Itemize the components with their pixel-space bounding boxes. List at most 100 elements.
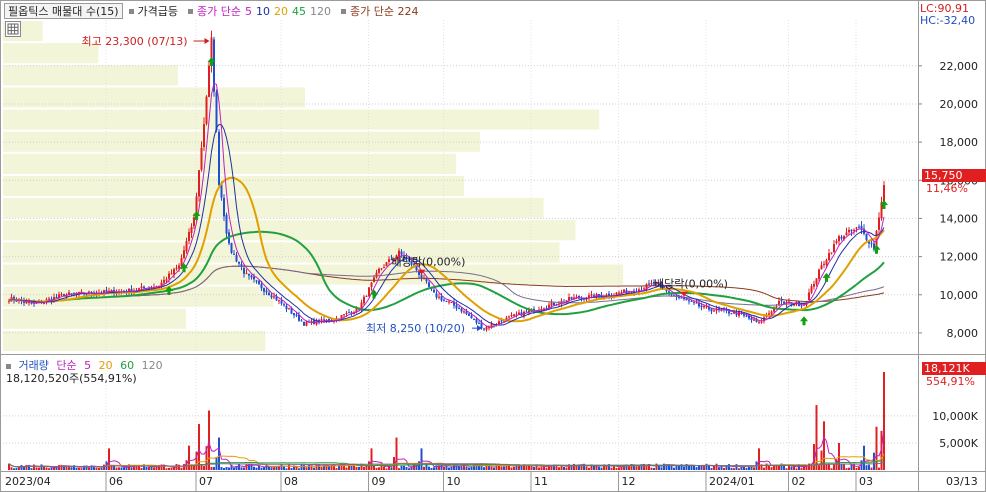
price-tick-label: 8,000 — [947, 327, 979, 340]
candle-body — [465, 311, 468, 315]
stock-chart[interactable]: 8,00010,00012,00014,00016,00018,00020,00… — [0, 0, 986, 492]
candle-body — [618, 292, 620, 294]
candle-body — [475, 319, 478, 323]
candle-body — [385, 262, 388, 267]
volume-bar — [423, 466, 425, 470]
volume-bar — [385, 468, 388, 470]
volume-profile-bar — [3, 65, 178, 86]
volume-bar — [540, 467, 543, 470]
volume-bar — [510, 467, 513, 470]
volume-bar — [695, 466, 698, 470]
volume-current: 18,120,520주(554,91%) — [6, 372, 137, 385]
candle-body — [833, 243, 835, 253]
candle-body — [215, 92, 218, 131]
grid-settings-icon[interactable] — [5, 21, 21, 37]
surge-marker-icon — [128, 8, 134, 14]
price-tick-label: 18,000 — [940, 136, 979, 149]
low-annotation: 최저 8,250 (10/20) — [366, 322, 465, 335]
volume-bar — [273, 467, 275, 470]
volume-bar — [345, 467, 348, 470]
volume-bar — [848, 467, 850, 470]
x-tick-label: 09 — [372, 475, 386, 488]
volume-bar — [258, 466, 260, 470]
candle-body — [590, 294, 593, 296]
volume-bar — [878, 467, 880, 470]
volume-bar — [148, 467, 150, 470]
volume-profile-bar — [3, 330, 266, 351]
volume-bar — [168, 467, 170, 470]
candle-body — [30, 302, 33, 304]
volume-bar — [745, 467, 748, 470]
volume-bar — [225, 466, 228, 470]
volume-bar — [788, 465, 790, 470]
volume-bar — [595, 466, 598, 470]
candle-body — [255, 280, 258, 282]
candle-body — [738, 311, 740, 316]
candle-body — [270, 295, 273, 298]
candle-body — [728, 311, 730, 314]
volume-bar — [845, 468, 848, 470]
candle-body — [713, 310, 715, 312]
candle-body — [443, 299, 445, 301]
volume-bar — [870, 467, 873, 470]
volume-bar — [808, 463, 810, 470]
volume-bar — [120, 467, 123, 470]
candle-body — [455, 304, 458, 309]
volume-bar — [240, 467, 243, 470]
candle-body — [225, 215, 228, 234]
candle-body — [245, 273, 248, 275]
volume-bar — [425, 464, 428, 470]
volume-bar — [403, 465, 405, 470]
candle-body — [775, 306, 778, 308]
volume-bar — [10, 467, 13, 470]
candle-body — [300, 320, 303, 322]
price-tick-label: 10,000 — [940, 289, 979, 302]
grid-icon — [7, 23, 19, 35]
candle-body — [448, 301, 450, 303]
candle-body — [193, 217, 195, 227]
volume-bar — [465, 466, 468, 470]
ma-label: 종가 단순 — [197, 5, 242, 18]
candle-body — [463, 311, 465, 313]
volume-bar — [673, 467, 675, 470]
candle-body — [470, 315, 473, 319]
stock-name: 필옵틱스 매물대 수(15) — [8, 5, 119, 18]
volume-bar — [585, 466, 588, 470]
candle-body — [840, 236, 843, 239]
candle-body — [700, 305, 703, 308]
volume-bar — [210, 466, 213, 470]
candle-body — [758, 321, 760, 323]
volume-bar — [260, 467, 263, 470]
candle-body — [670, 294, 673, 296]
candle-body — [168, 273, 170, 279]
volume-bar — [833, 464, 835, 470]
volume-bar — [483, 467, 485, 470]
candle-body — [283, 304, 285, 306]
volume-bar — [790, 466, 793, 470]
volume-bar — [300, 464, 303, 470]
volume-bar — [868, 464, 870, 470]
candle-body — [348, 312, 350, 314]
volume-bar — [825, 464, 828, 470]
volume-bar — [450, 467, 453, 470]
candle-body — [268, 292, 270, 296]
candle-body — [780, 300, 783, 302]
candle-body — [370, 282, 373, 288]
volume-bar — [280, 464, 283, 470]
stock-selector[interactable]: 필옵틱스 매물대 수(15) — [4, 3, 123, 19]
volume-bar — [305, 467, 308, 470]
ma224-label: 종가 단순 224 — [350, 5, 419, 18]
volume-bar — [13, 468, 15, 470]
volume-bar — [855, 467, 858, 470]
volume-bar — [683, 466, 685, 470]
candle-body — [173, 269, 175, 275]
volume-bar — [188, 445, 190, 470]
candle-body — [693, 301, 695, 303]
volume-bar — [705, 463, 708, 470]
candle-body — [260, 284, 263, 289]
volume-bar — [618, 467, 620, 470]
volume-bar — [170, 467, 173, 470]
high-arrow-icon — [204, 37, 210, 44]
candle-body — [800, 305, 803, 307]
volume-bar — [650, 467, 653, 470]
